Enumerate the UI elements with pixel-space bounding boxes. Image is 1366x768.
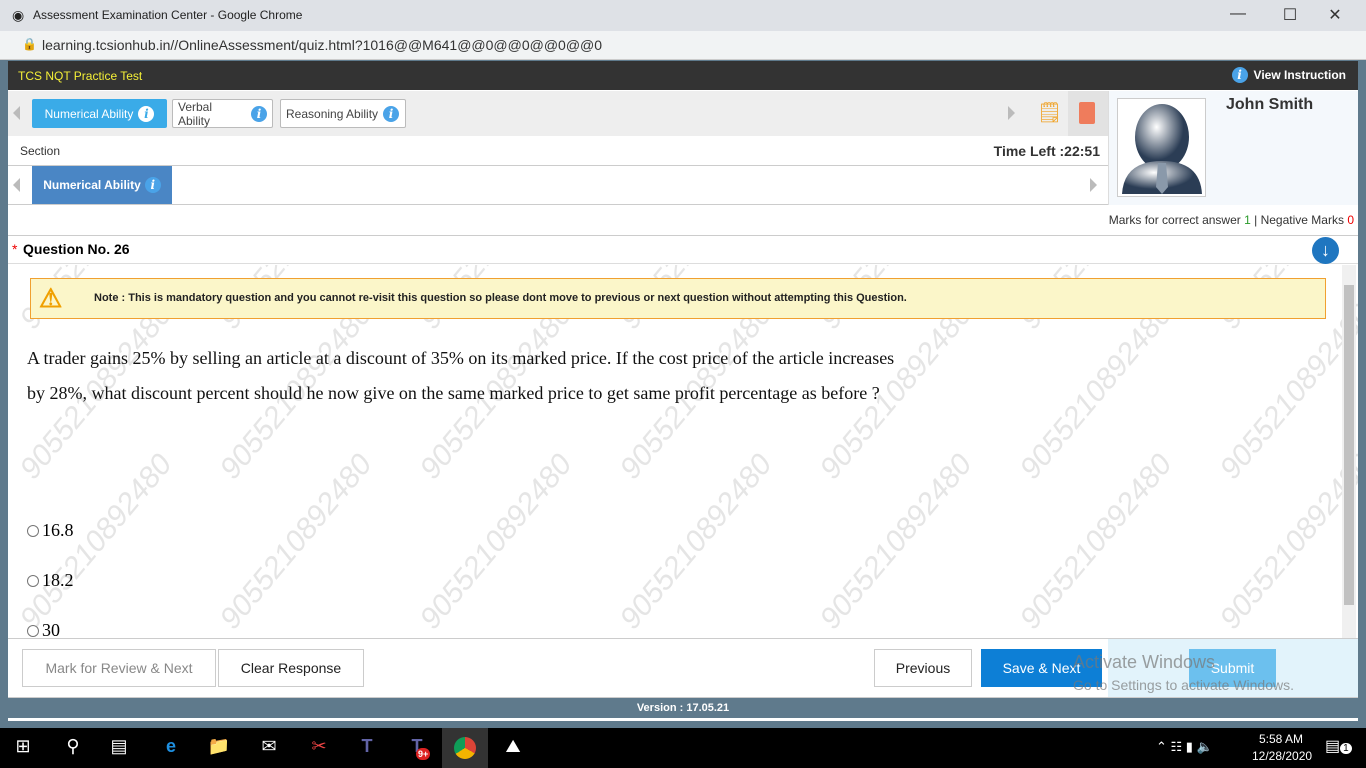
close-button[interactable]: ✕ <box>1325 5 1345 25</box>
maximize-button[interactable]: ☐ <box>1280 5 1300 25</box>
activate-windows-subtitle: Go to Settings to activate Windows. <box>1073 677 1294 693</box>
option-2[interactable]: 18.2 <box>27 570 74 591</box>
scroll-right-arrow[interactable] <box>1090 178 1097 192</box>
photos-icon[interactable]: ⛰ <box>500 736 526 760</box>
calculator-icon <box>1079 102 1095 124</box>
option-radio[interactable] <box>27 624 39 637</box>
address-bar[interactable]: 🔒 learning.tcsionhub.in//OnlineAssessmen… <box>0 31 1366 60</box>
activate-windows-title: Activate Windows <box>1073 652 1216 672</box>
tab-reasoning-ability[interactable]: Reasoning Ability i <box>280 99 406 128</box>
scrollbar-thumb[interactable] <box>1344 285 1354 605</box>
url-text[interactable]: learning.tcsionhub.in//OnlineAssessment/… <box>42 37 602 53</box>
scroll-left-arrow[interactable] <box>13 178 20 192</box>
app-header: TCS NQT Practice Test i View Instruction <box>8 61 1358 90</box>
negative-marks-value: 0 <box>1347 213 1354 227</box>
section-tabs-row: Numerical Ability i <box>8 166 1108 205</box>
question-content: 9055210892480 9055210892480 9055210892480 9… <box>8 265 1358 639</box>
globe-icon: ◉ <box>12 7 25 23</box>
clear-response-button[interactable]: Clear Response <box>218 649 364 687</box>
scrollbar[interactable] <box>1342 265 1356 638</box>
option-label: 16.8 <box>42 520 74 540</box>
option-label: 30 <box>42 620 60 639</box>
minimize-button[interactable]: — <box>1228 5 1248 25</box>
notification-count: 1 <box>1340 743 1352 754</box>
time-left: Time Left :22:51 <box>993 143 1100 159</box>
marks-info: Marks for correct answer 1 | Negative Ma… <box>8 205 1358 236</box>
tab-label: Verbal Ability <box>178 99 213 128</box>
mail-icon[interactable]: ✉ <box>256 736 282 760</box>
view-instruction-label: View Instruction <box>1253 68 1346 82</box>
separator: | <box>1254 213 1258 227</box>
candidate-name: John Smith <box>1226 96 1314 113</box>
clock-time[interactable]: 5:58 AM <box>1259 732 1303 746</box>
test-title: TCS NQT Practice Test <box>18 69 143 83</box>
section-label: Section <box>20 144 61 158</box>
correct-marks-value: 1 <box>1244 213 1251 227</box>
notification-badge: 9+ <box>416 748 431 760</box>
window-title: Assessment Examination Center - Google C… <box>33 8 303 22</box>
chrome-icon <box>454 737 476 759</box>
notification-center-icon[interactable]: ▤ 1 <box>1325 736 1352 756</box>
note-text: Note : This is mandatory question and yo… <box>94 292 907 304</box>
avatar <box>1117 98 1206 197</box>
view-instruction-link[interactable]: i View Instruction <box>1231 67 1346 83</box>
candidate-profile: John Smith <box>1108 91 1358 205</box>
subject-tabs-row: Numerical Ability i Verbal Ability i Reaso… <box>8 91 1108 136</box>
option-label: 18.2 <box>42 570 74 590</box>
previous-button[interactable]: Previous <box>874 649 972 687</box>
scroll-left-arrow[interactable] <box>13 106 20 120</box>
teams-icon[interactable]: T <box>354 736 380 760</box>
edge-icon[interactable]: e <box>158 736 184 760</box>
section-tab-label: Numerical Ability <box>43 178 141 192</box>
calculator-button[interactable] <box>1068 91 1108 136</box>
tab-label: Reasoning Ability <box>286 106 379 121</box>
tab-numerical-ability[interactable]: Numerical Ability i <box>32 99 167 128</box>
windows-taskbar: ⊞ ⚲ ▤ e 📁 ✉ ✂ T T 9+ ⛰ ⌃ ☷ ▮ 🔈 5:58 AM 12… <box>0 728 1366 768</box>
option-radio[interactable] <box>27 574 39 587</box>
teams-icon[interactable]: T 9+ <box>404 736 431 760</box>
section-tab-numerical-ability[interactable]: Numerical Ability i <box>32 166 172 204</box>
option-1[interactable]: 16.8 <box>27 520 74 541</box>
question-number: Question No. 26 <box>23 241 130 257</box>
correct-marks-label: Marks for correct answer <box>1108 213 1241 227</box>
question-text: A trader gains 25% by selling an article… <box>27 348 895 403</box>
info-icon[interactable]: i <box>383 105 400 122</box>
notepad-icon[interactable]: 🗒 <box>1037 100 1062 125</box>
info-icon[interactable]: i <box>138 105 155 122</box>
lock-icon: 🔒 <box>22 37 37 51</box>
windows-start-icon[interactable]: ⊞ <box>10 736 36 760</box>
info-icon[interactable]: i <box>251 105 267 122</box>
option-3[interactable]: 30 <box>27 620 60 639</box>
tab-verbal-ability[interactable]: Verbal Ability i <box>172 99 273 128</box>
mark-review-next-button[interactable]: Mark for Review & Next <box>22 649 216 687</box>
tab-label: Numerical Ability <box>44 106 134 121</box>
mandatory-note: ⚠ Note : This is mandatory question and … <box>30 278 1326 319</box>
marks-text: Marks for correct answer 1 | Negative Ma… <box>1109 213 1354 227</box>
chrome-taskbar-item[interactable] <box>442 728 488 768</box>
search-icon[interactable]: ⚲ <box>60 736 86 760</box>
negative-marks-label: Negative Marks <box>1260 213 1344 227</box>
snipping-tool-icon[interactable]: ✂ <box>306 736 332 760</box>
clock-date[interactable]: 12/28/2020 <box>1252 749 1312 763</box>
section-row: Section Time Left :22:51 <box>8 136 1108 166</box>
exam-app: TCS NQT Practice Test i View Instruction … <box>8 61 1358 721</box>
mandatory-asterisk: * <box>12 241 18 257</box>
file-explorer-icon[interactable]: 📁 <box>206 736 232 760</box>
info-icon[interactable]: i <box>144 177 161 193</box>
question-header: * Question No. 26 ↓ <box>8 237 1358 264</box>
browser-title-bar: ◉ Assessment Examination Center - Google… <box>0 0 1366 31</box>
scroll-down-icon[interactable]: ↓ <box>1312 237 1339 264</box>
warning-icon: ⚠ <box>39 283 63 313</box>
user-avatar-icon <box>1122 104 1202 194</box>
task-view-icon[interactable]: ▤ <box>106 736 132 760</box>
scroll-right-arrow[interactable] <box>1008 106 1015 120</box>
version-bar: Version : 17.05.21 <box>8 698 1358 718</box>
option-radio[interactable] <box>27 524 39 537</box>
info-icon: i <box>1231 67 1248 83</box>
system-tray-icons[interactable]: ⌃ ☷ ▮ 🔈 <box>1156 739 1213 755</box>
